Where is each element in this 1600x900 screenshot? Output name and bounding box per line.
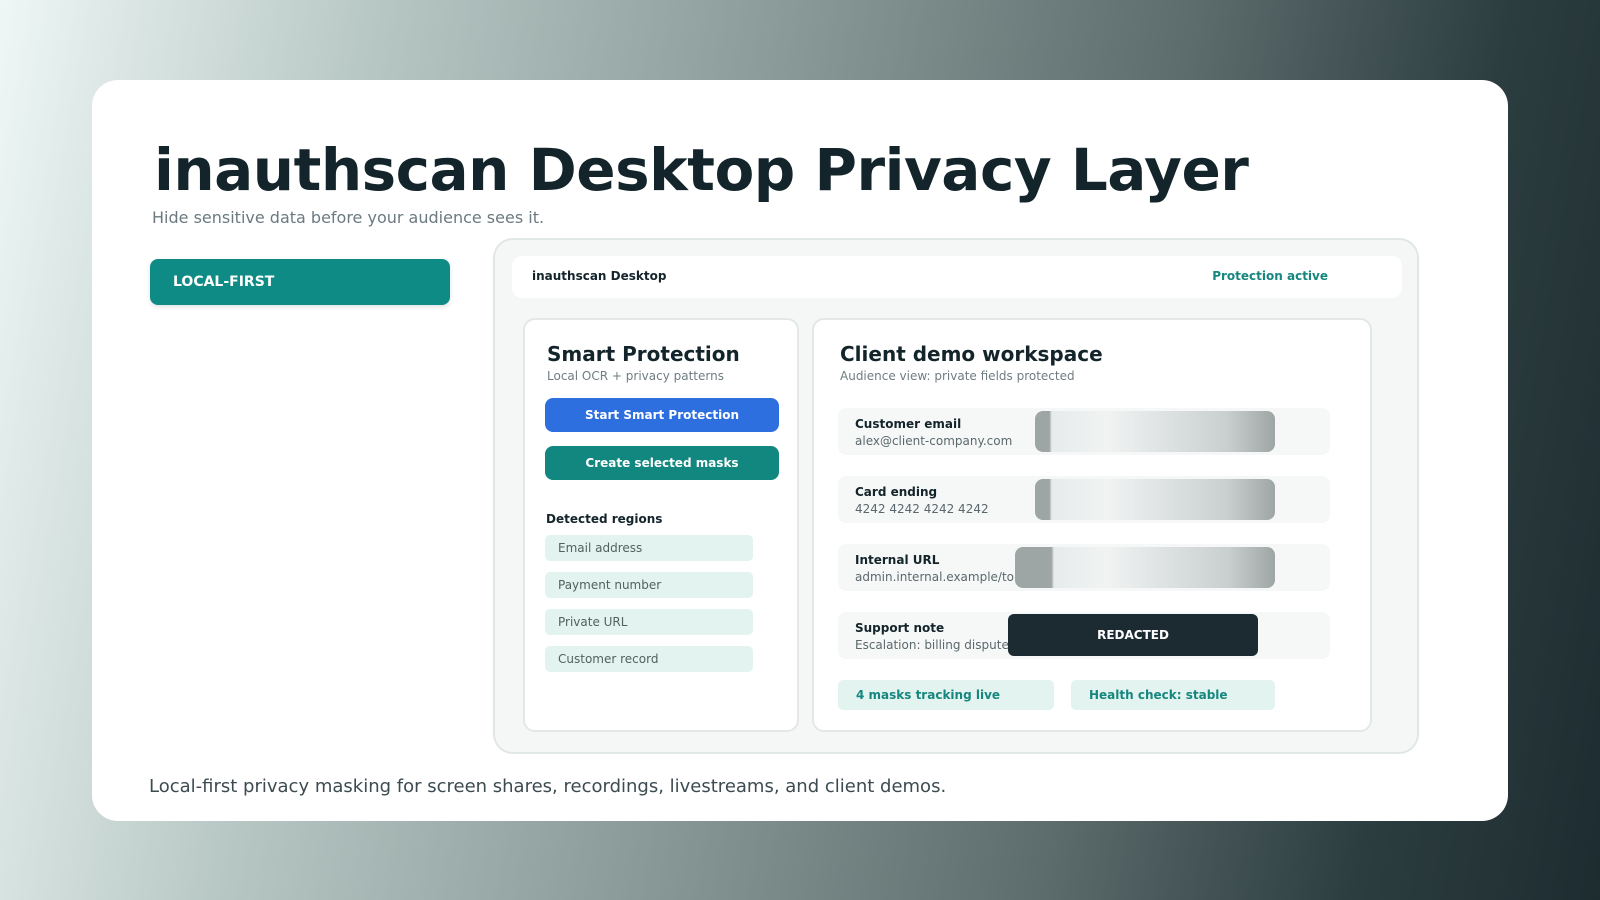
blur-mask[interactable]	[1035, 411, 1275, 452]
field-label: Support note	[855, 621, 945, 635]
region-chip-payment[interactable]: Payment number	[545, 572, 753, 598]
workspace-subtitle: Audience view: private fields protected	[840, 369, 1075, 383]
field-value: Escalation: billing dispute	[855, 638, 1009, 652]
detected-regions-label: Detected regions	[546, 512, 663, 526]
masks-tracking-pill: 4 masks tracking live	[838, 680, 1054, 710]
page-title: inauthscan Desktop Privacy Layer	[154, 136, 1249, 204]
blur-mask[interactable]	[1015, 547, 1275, 588]
hero-card: inauthscan Desktop Privacy Layer Hide se…	[92, 80, 1508, 821]
field-row-internal-url: admin.internal.example/token Internal UR…	[838, 544, 1330, 591]
blur-mask[interactable]	[1035, 479, 1275, 520]
smart-protection-panel: Smart Protection Local OCR + privacy pat…	[523, 318, 799, 732]
protection-status: Protection active	[1212, 269, 1328, 283]
app-header: inauthscan Desktop Protection active	[512, 256, 1402, 298]
create-selected-masks-button[interactable]: Create selected masks	[545, 446, 779, 480]
region-chip-customer[interactable]: Customer record	[545, 646, 753, 672]
start-smart-protection-button[interactable]: Start Smart Protection	[545, 398, 779, 432]
field-value: admin.internal.example/token	[855, 570, 1030, 584]
smart-protection-title: Smart Protection	[547, 342, 740, 366]
field-label: Customer email	[855, 417, 962, 431]
field-row-support-note: Support note Escalation: billing dispute…	[838, 612, 1330, 659]
region-chip-url[interactable]: Private URL	[545, 609, 753, 635]
app-name: inauthscan Desktop	[532, 269, 667, 283]
health-check-pill: Health check: stable	[1071, 680, 1275, 710]
field-value: alex@client-company.com	[855, 434, 1013, 448]
field-value: 4242 4242 4242 4242	[855, 502, 989, 516]
local-first-badge: LOCAL-FIRST	[150, 259, 450, 305]
smart-protection-subtitle: Local OCR + privacy patterns	[547, 369, 724, 383]
footer-tagline: Local-first privacy masking for screen s…	[149, 776, 947, 797]
redacted-mask[interactable]: REDACTED	[1008, 614, 1258, 656]
app-window-preview: inauthscan Desktop Protection active Sma…	[493, 238, 1419, 754]
workspace-title: Client demo workspace	[840, 342, 1103, 366]
field-label: Internal URL	[855, 553, 940, 567]
field-row-customer-email: Customer email alex@client-company.com	[838, 408, 1330, 455]
region-chip-email[interactable]: Email address	[545, 535, 753, 561]
field-row-card-ending: Card ending 4242 4242 4242 4242	[838, 476, 1330, 523]
field-label: Card ending	[855, 485, 938, 499]
workspace-panel: Client demo workspace Audience view: pri…	[812, 318, 1372, 732]
page-subtitle: Hide sensitive data before your audience…	[152, 208, 545, 227]
